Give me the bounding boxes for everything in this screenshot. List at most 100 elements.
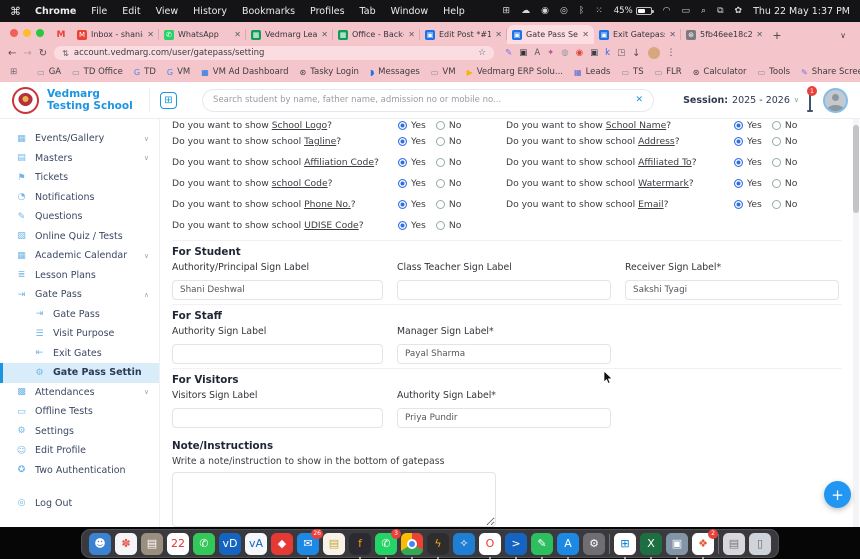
address-bar[interactable]: ⇅ account.vedmarg.com/user/gatepass/sett…: [54, 46, 494, 60]
browser-menu-icon[interactable]: ⋮: [667, 48, 676, 58]
note-instructions-textarea[interactable]: [172, 472, 496, 527]
sidebar-item-online-quiz-tests[interactable]: ▧ Online Quiz / Tests: [0, 227, 159, 247]
tab-inbox[interactable]: M Inbox - shani@tech ✕: [72, 25, 159, 44]
yes-radio[interactable]: [734, 200, 743, 209]
bookmark-folder-ga[interactable]: ▭ GA: [37, 67, 61, 77]
no-radio[interactable]: [436, 221, 445, 230]
dock-opera-icon[interactable]: O: [479, 533, 501, 555]
sidebar-item-gate-pass-settings[interactable]: ⚙ Gate Pass Settings: [0, 363, 159, 383]
yes-radio[interactable]: [734, 137, 743, 146]
tab-close-icon[interactable]: ✕: [234, 30, 241, 39]
zoom-window-button[interactable]: [36, 29, 44, 37]
yes-radio[interactable]: [398, 221, 407, 230]
school-logo[interactable]: [12, 87, 39, 114]
bookmark-folder-ts[interactable]: ▭ TS: [621, 67, 643, 77]
notifications-button[interactable]: 1: [809, 91, 811, 110]
sidebar-item-edit-profile[interactable]: ☺ Edit Profile: [0, 441, 159, 461]
menubar-item[interactable]: File: [91, 6, 107, 17]
dock-screenshot-tool-icon[interactable]: ϟ: [427, 533, 449, 555]
menubar-item[interactable]: Help: [443, 6, 465, 17]
no-radio[interactable]: [772, 158, 781, 167]
menubar-item[interactable]: Edit: [122, 6, 140, 17]
screen-mirroring-icon[interactable]: ⧉: [717, 6, 723, 16]
close-window-button[interactable]: [10, 29, 18, 37]
dock-vdrives-icon[interactable]: vD: [219, 533, 241, 555]
tab-close-icon[interactable]: ✕: [669, 30, 676, 39]
menubar-item[interactable]: Chrome: [35, 6, 76, 17]
class-teacher-sign-label-field[interactable]: [397, 280, 611, 300]
page-scrollbar[interactable]: [853, 119, 859, 527]
yes-radio[interactable]: [398, 158, 407, 167]
forward-button[interactable]: →: [23, 48, 31, 59]
battery-indicator[interactable]: 45%: [614, 6, 652, 16]
bookmark-folder-flr[interactable]: ▭ FLR: [655, 67, 682, 77]
menubar-clock[interactable]: Thu 22 May 1:37 PM: [753, 6, 850, 17]
manager-sign-label-field[interactable]: [397, 344, 611, 364]
bookmark-calculator[interactable]: ⊛ Calculator: [693, 67, 747, 77]
downloads-icon[interactable]: ↓: [632, 48, 640, 59]
tab-whatsapp[interactable]: ✆ WhatsApp ✕: [159, 25, 246, 44]
dock-m365-icon[interactable]: ❖ 2: [692, 533, 714, 555]
receiver-sign-label-field[interactable]: [625, 280, 839, 300]
sidebar-item-gate-pass[interactable]: ⇥ Gate Pass ∧: [0, 285, 159, 305]
dock-facetime-icon[interactable]: ✆: [193, 533, 215, 555]
tab-close-icon[interactable]: ✕: [147, 30, 154, 39]
pinned-tab-gmail[interactable]: M: [50, 25, 72, 44]
tab-close-icon[interactable]: ✕: [321, 30, 328, 39]
sidebar-item-exit-gates[interactable]: ⇤ Exit Gates: [0, 344, 159, 364]
site-info-icon[interactable]: ⇅: [62, 49, 69, 58]
tab-close-icon[interactable]: ✕: [408, 30, 415, 39]
translate-extension-icon[interactable]: A: [534, 48, 540, 58]
new-tab-button[interactable]: +: [768, 26, 786, 44]
sidebar-item-log-out[interactable]: ◎ Log Out: [0, 494, 159, 514]
loom-extension-icon[interactable]: ◍: [561, 48, 568, 58]
authority-principal-sign-label-field[interactable]: [172, 280, 383, 300]
sidebar-item-attendances[interactable]: ▩ Attendances ∨: [0, 383, 159, 403]
yes-radio[interactable]: [398, 137, 407, 146]
no-radio[interactable]: [436, 200, 445, 209]
modules-grid-icon[interactable]: ⊞: [160, 92, 177, 109]
profile-avatar[interactable]: [648, 47, 660, 59]
tab-hash[interactable]: ⊛ 5fb46ee18c2ef712 ✕: [681, 25, 768, 44]
tab-close-icon[interactable]: ✕: [495, 30, 502, 39]
session-selector[interactable]: Session: 2025 - 2026 ∨: [683, 95, 799, 106]
menubar-item[interactable]: Profiles: [310, 6, 345, 17]
back-button[interactable]: ←: [8, 48, 16, 59]
sidebar-item-masters[interactable]: ▤ Masters ∨: [0, 149, 159, 169]
menubar-item[interactable]: Bookmarks: [242, 6, 295, 17]
notion-extension-icon[interactable]: ▣: [519, 48, 527, 58]
dock-system-settings-icon[interactable]: ⚙: [583, 533, 605, 555]
colorpick-extension-icon[interactable]: ✦: [547, 48, 554, 58]
yes-radio[interactable]: [734, 121, 743, 130]
no-radio[interactable]: [436, 137, 445, 146]
cloud-icon[interactable]: ☁: [521, 6, 530, 16]
student-search-input[interactable]: [213, 95, 629, 105]
sidebar-item-settings[interactable]: ⚙ Settings: [0, 422, 159, 442]
dock-excel-icon[interactable]: X: [640, 533, 662, 555]
dock-safari-icon[interactable]: ✧: [453, 533, 475, 555]
floating-add-button[interactable]: +: [824, 481, 851, 508]
yes-radio[interactable]: [398, 179, 407, 188]
dock-trash-icon[interactable]: ▯: [749, 533, 771, 555]
no-radio[interactable]: [772, 200, 781, 209]
dock-firefox-icon[interactable]: f: [349, 533, 371, 555]
hotspot-icon[interactable]: ⁙: [595, 6, 603, 16]
sidebar-item-events-gallery[interactable]: ▦ Events/Gallery ∨: [0, 129, 159, 149]
bluetooth-icon[interactable]: ᛒ: [579, 6, 584, 16]
tab-office-backend[interactable]: ▦ Office - Back-End ✕: [333, 25, 420, 44]
dock-chrome-icon[interactable]: ●: [401, 533, 423, 555]
menubar-item[interactable]: Tab: [360, 6, 376, 17]
sidebar-item-questions[interactable]: ✎ Questions: [0, 207, 159, 227]
dock-red-app-icon[interactable]: ◆: [271, 533, 293, 555]
dock-photos-icon[interactable]: ✽: [115, 533, 137, 555]
no-radio[interactable]: [436, 158, 445, 167]
bookmark-vedmarg-erp[interactable]: ▶ Vedmarg ERP Solu...: [467, 67, 563, 77]
spotlight-icon[interactable]: ⌕: [701, 6, 706, 16]
dock-mail-icon[interactable]: ✉ 26: [297, 533, 319, 555]
display-icon[interactable]: ▭: [682, 6, 691, 16]
oneclick-extension-icon[interactable]: ◉: [576, 48, 583, 58]
dock-terminal-icon[interactable]: >: [505, 533, 527, 555]
dock-finder-icon[interactable]: ☻: [89, 533, 111, 555]
bookmark-tasky-login[interactable]: ⊛ Tasky Login: [300, 67, 359, 77]
bookmark-leads[interactable]: ▦ Leads: [574, 67, 610, 77]
